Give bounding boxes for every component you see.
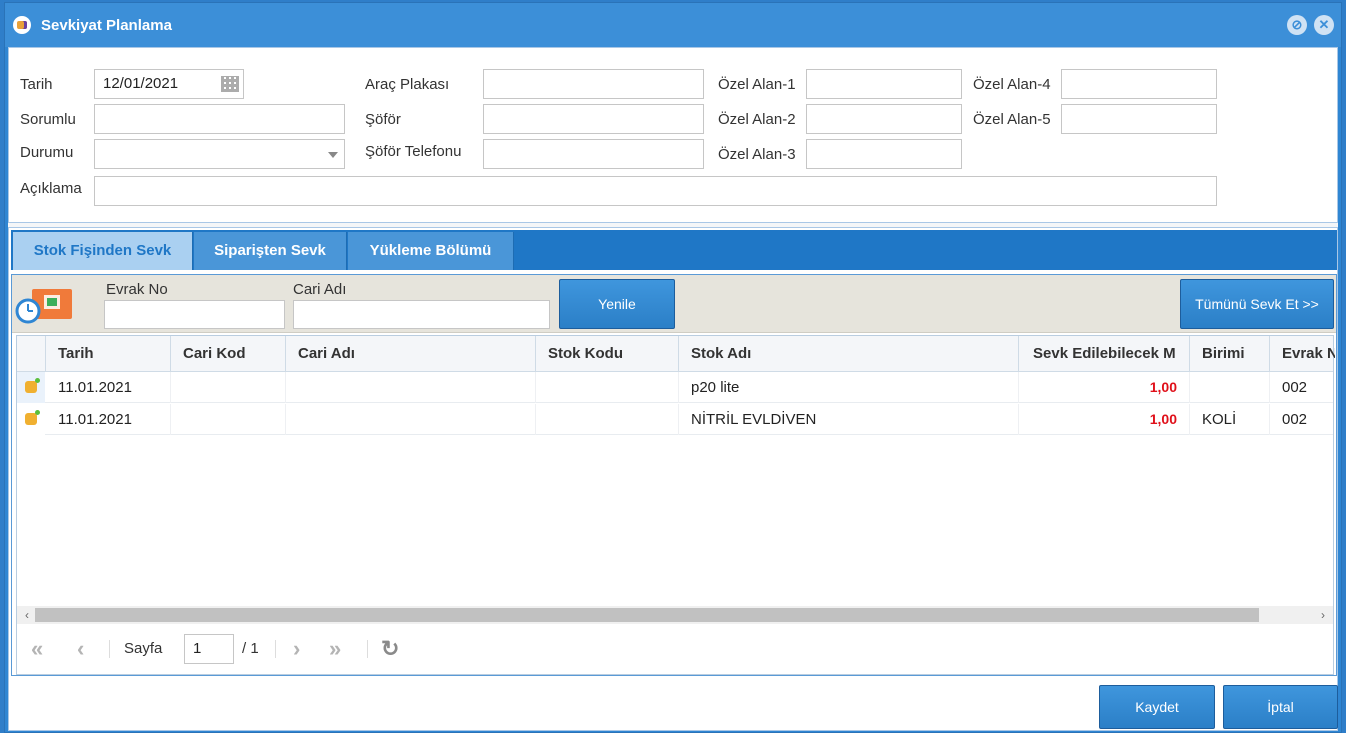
ozel-alan-2-field[interactable]: [806, 104, 962, 134]
scroll-right-icon[interactable]: ›: [1315, 606, 1331, 624]
cell-tarih: 11.01.2021: [46, 372, 171, 403]
page-total: / 1: [242, 640, 259, 657]
cell-cari-adi: [286, 404, 536, 435]
cell-cari-kod: [171, 372, 286, 403]
pager-divider: [109, 640, 110, 658]
last-page-icon[interactable]: »: [329, 636, 341, 662]
table-row[interactable]: 11.01.2021 p20 lite 1,00 002: [17, 372, 1333, 403]
ozel-alan-1-label: Özel Alan-1: [718, 76, 796, 93]
cell-stok-kodu: [536, 372, 679, 403]
window-title: Sevkiyat Planlama: [41, 17, 172, 34]
cell-birimi: [1190, 372, 1270, 403]
close-icon[interactable]: ✕: [1314, 15, 1334, 35]
pager: « ‹ Sayfa 1 / 1 › » ↻: [17, 624, 1333, 674]
yenile-button[interactable]: Yenile: [559, 279, 675, 329]
ozel-alan-1-field[interactable]: [806, 69, 962, 99]
ozel-alan-2-label: Özel Alan-2: [718, 111, 796, 128]
cell-stok-adi: NİTRİL EVLDİVEN: [679, 404, 1019, 435]
sofor-telefonu-label: Şöför Telefonu: [365, 143, 462, 160]
row-status-icon[interactable]: [17, 372, 45, 403]
tarih-field[interactable]: 12/01/2021: [94, 69, 244, 99]
app-icon: [13, 16, 31, 34]
row-selector-header: [17, 336, 46, 372]
sayfa-label: Sayfa: [124, 640, 163, 657]
ozel-alan-5-label: Özel Alan-5: [973, 111, 1051, 128]
grid-header: Tarih Cari Kod Cari Adı Stok Kodu Stok A…: [17, 336, 1335, 372]
column-header-cari-kod[interactable]: Cari Kod: [171, 336, 286, 372]
cell-sevk-edilebilecek: 1,00: [1019, 404, 1190, 435]
tarih-label: Tarih: [20, 76, 53, 93]
table-row[interactable]: 11.01.2021 NİTRİL EVLDİVEN 1,00 KOLİ 002: [17, 404, 1333, 435]
scrollbar-thumb[interactable]: [35, 608, 1259, 622]
cell-stok-kodu: [536, 404, 679, 435]
column-header-stok-kodu[interactable]: Stok Kodu: [536, 336, 679, 372]
cell-cari-adi: [286, 372, 536, 403]
iptal-button[interactable]: İptal: [1223, 685, 1338, 729]
ozel-alan-5-field[interactable]: [1061, 104, 1217, 134]
arac-plakasi-field[interactable]: [483, 69, 704, 99]
cell-birimi: KOLİ: [1190, 404, 1270, 435]
cari-adi-field[interactable]: [293, 300, 550, 329]
tarih-value: 12/01/2021: [103, 75, 179, 92]
pager-divider: [275, 640, 276, 658]
tab-stok-fisinden-sevk[interactable]: Stok Fişinden Sevk: [13, 232, 193, 270]
column-header-birimi[interactable]: Birimi: [1190, 336, 1270, 372]
cell-sevk-edilebilecek: 1,00: [1019, 372, 1190, 403]
evrak-no-label: Evrak No: [106, 281, 168, 298]
filter-bar: Evrak No Cari Adı Yenile Tümünü Sevk Et …: [12, 275, 1336, 333]
tab-container: Stok Fişinden Sevk Siparişten Sevk Yükle…: [8, 227, 1338, 731]
arac-plakasi-label: Araç Plakası: [365, 76, 450, 93]
column-header-cari-adi[interactable]: Cari Adı: [286, 336, 536, 372]
cell-evrak-no: 002: [1282, 379, 1308, 396]
shipment-icon: [15, 289, 72, 324]
cell-evrak-no: 002: [1282, 411, 1308, 428]
sorumlu-field[interactable]: [94, 104, 345, 134]
minimize-icon[interactable]: ⊘: [1287, 15, 1307, 35]
durumu-label: Durumu: [20, 144, 74, 161]
column-header-evrak-no[interactable]: Evrak No: [1270, 336, 1335, 372]
prev-page-icon[interactable]: ‹: [77, 636, 84, 662]
aciklama-label: Açıklama: [20, 180, 82, 197]
sevkiyat-window: Sevkiyat Planlama ⊘ ✕ Tarih 12/01/2021 S…: [4, 2, 1342, 733]
row-status-icon[interactable]: [17, 404, 45, 435]
chevron-down-icon[interactable]: [328, 152, 338, 158]
ozel-alan-4-field[interactable]: [1061, 69, 1217, 99]
page-number-input[interactable]: 1: [184, 634, 234, 664]
tumunu-sevk-et-button[interactable]: Tümünü Sevk Et >>: [1180, 279, 1334, 329]
ozel-alan-4-label: Özel Alan-4: [973, 76, 1051, 93]
header-form: Tarih 12/01/2021 Sorumlu Durumu Açıklama…: [8, 47, 1338, 223]
durumu-select[interactable]: [94, 139, 345, 169]
cell-stok-adi: p20 lite: [679, 372, 1019, 403]
cell-tarih: 11.01.2021: [46, 404, 171, 435]
title-bar[interactable]: Sevkiyat Planlama ⊘ ✕: [5, 3, 1341, 47]
sofor-label: Şöför: [365, 111, 401, 128]
cell-cari-kod: [171, 404, 286, 435]
tab-siparisten-sevk[interactable]: Siparişten Sevk: [194, 232, 347, 270]
stok-fisinden-sevk-panel: Evrak No Cari Adı Yenile Tümünü Sevk Et …: [11, 274, 1337, 676]
column-header-tarih[interactable]: Tarih: [46, 336, 171, 372]
ozel-alan-3-field[interactable]: [806, 139, 962, 169]
sofor-telefonu-field[interactable]: [483, 139, 704, 169]
horizontal-scrollbar[interactable]: ‹ ›: [17, 606, 1333, 624]
pager-divider: [367, 640, 368, 658]
sorumlu-label: Sorumlu: [20, 111, 76, 128]
kaydet-button[interactable]: Kaydet: [1099, 685, 1215, 729]
next-page-icon[interactable]: ›: [293, 636, 300, 662]
refresh-icon[interactable]: ↻: [381, 636, 399, 662]
column-header-stok-adi[interactable]: Stok Adı: [679, 336, 1019, 372]
column-header-sevk-edilebilecek[interactable]: Sevk Edilebilecek M: [1019, 336, 1190, 372]
stok-grid: Tarih Cari Kod Cari Adı Stok Kodu Stok A…: [16, 335, 1335, 675]
evrak-no-field[interactable]: [104, 300, 285, 329]
first-page-icon[interactable]: «: [31, 636, 43, 662]
tab-yukleme-bolumu[interactable]: Yükleme Bölümü: [348, 232, 514, 270]
calendar-icon[interactable]: [221, 76, 239, 92]
scroll-left-icon[interactable]: ‹: [19, 606, 35, 624]
ozel-alan-3-label: Özel Alan-3: [718, 146, 796, 163]
sofor-field[interactable]: [483, 104, 704, 134]
aciklama-field[interactable]: [94, 176, 1217, 206]
content-area: Tarih 12/01/2021 Sorumlu Durumu Açıklama…: [8, 47, 1338, 731]
tab-bar: Stok Fişinden Sevk Siparişten Sevk Yükle…: [11, 230, 1337, 270]
cari-adi-label: Cari Adı: [293, 281, 347, 298]
